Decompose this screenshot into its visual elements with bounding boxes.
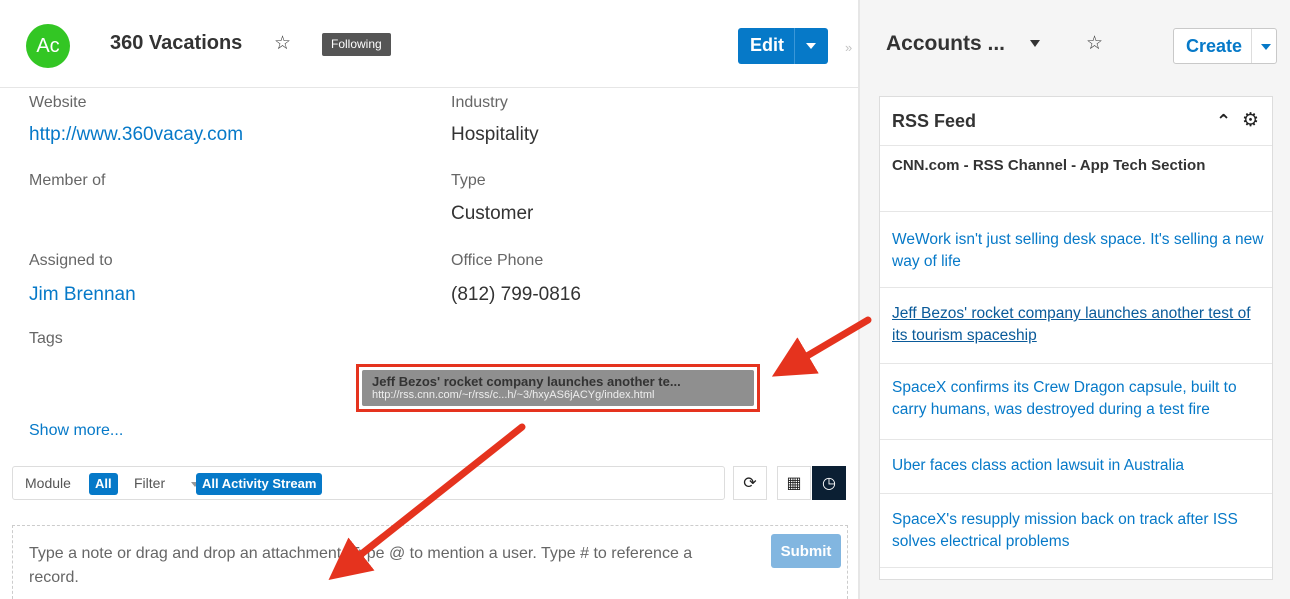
assigned-user-link[interactable]: Jim Brennan — [29, 284, 136, 306]
create-button-label: Create — [1186, 36, 1243, 56]
module-pill[interactable]: All — [89, 473, 118, 495]
show-more-link[interactable]: Show more... — [29, 422, 123, 440]
link-tooltip: Jeff Bezos' rocket company launches anot… — [356, 364, 760, 412]
submit-button[interactable]: Submit — [771, 534, 841, 568]
composer-placeholder[interactable]: Type a note or drag and drop an attachme… — [29, 542, 739, 590]
dashboard-dropdown-caret-icon[interactable] — [1030, 40, 1040, 47]
divider — [880, 145, 1272, 146]
divider — [880, 211, 1272, 212]
gear-icon[interactable]: ⚙ — [1242, 109, 1259, 132]
create-dropdown-caret-icon[interactable] — [1261, 44, 1271, 50]
rss-item-link[interactable]: SpaceX confirms its Crew Dragon capsule,… — [892, 377, 1264, 421]
office-phone-value: (812) 799-0816 — [451, 284, 581, 305]
tooltip-title: Jeff Bezos' rocket company launches anot… — [372, 374, 681, 389]
star-icon[interactable]: ☆ — [274, 32, 291, 55]
account-avatar: Ac — [26, 24, 70, 68]
website-label: Website — [29, 94, 87, 111]
table-icon[interactable]: ▦ — [777, 466, 811, 500]
rss-channel-title: CNN.com - RSS Channel - App Tech Section — [892, 157, 1206, 174]
dashboard-panel: Accounts ... ☆ Create RSS Feed ⌃ ⚙ CNN.c… — [860, 0, 1290, 599]
dashboard-title[interactable]: Accounts ... — [886, 32, 1005, 56]
record-name: 360 Vacations — [110, 32, 243, 54]
tags-label: Tags — [29, 330, 63, 347]
rss-item-link[interactable]: Uber faces class action lawsuit in Austr… — [892, 455, 1264, 477]
edit-dropdown-caret-icon[interactable] — [806, 43, 816, 49]
type-label: Type — [451, 172, 486, 189]
module-label: Module — [25, 475, 71, 491]
edit-button-label: Edit — [750, 35, 784, 55]
industry-label: Industry — [451, 94, 508, 111]
type-value: Customer — [451, 203, 534, 224]
note-composer[interactable]: Type a note or drag and drop an attachme… — [12, 525, 848, 599]
rss-item-link-hovered[interactable]: Jeff Bezos' rocket company launches anot… — [892, 303, 1264, 347]
rss-feed-dashlet: RSS Feed ⌃ ⚙ CNN.com - RSS Channel - App… — [879, 96, 1273, 580]
record-view: Ac 360 Vacations ☆ Following Edit Websit… — [0, 0, 858, 599]
filter-pill[interactable]: All Activity Stream — [196, 473, 323, 495]
divider — [880, 493, 1272, 494]
following-badge[interactable]: Following — [322, 33, 391, 56]
industry-value: Hospitality — [451, 124, 539, 145]
refresh-icon[interactable]: ⟳ — [733, 466, 767, 500]
filter-label[interactable]: Filter — [134, 475, 165, 491]
tooltip-url: http://rss.cnn.com/~r/rss/c...h/~3/hxyAS… — [372, 389, 655, 401]
divider — [880, 363, 1272, 364]
divider — [880, 439, 1272, 440]
edit-button[interactable]: Edit — [738, 28, 828, 64]
dashboard-star-icon[interactable]: ☆ — [1086, 32, 1103, 55]
tooltip-content: Jeff Bezos' rocket company launches anot… — [362, 370, 754, 406]
website-link[interactable]: http://www.360vacay.com — [29, 124, 243, 146]
activity-filter-bar: Module All Filter All Activity Stream — [12, 466, 725, 500]
rss-item-link[interactable]: SpaceX's resupply mission back on track … — [892, 509, 1264, 553]
divider — [880, 287, 1272, 288]
create-button[interactable]: Create — [1173, 28, 1277, 64]
office-phone-label: Office Phone — [451, 252, 544, 269]
collapse-sidebar-icon[interactable]: » — [845, 40, 852, 55]
dashlet-title: RSS Feed — [892, 111, 977, 131]
clock-icon[interactable]: ◷ — [812, 466, 846, 500]
chevron-up-icon[interactable]: ⌃ — [1216, 111, 1231, 132]
rss-item-link[interactable]: WeWork isn't just selling desk space. It… — [892, 229, 1264, 273]
edit-button-separator — [794, 28, 795, 64]
record-header: Ac 360 Vacations ☆ Following Edit — [0, 0, 858, 88]
divider — [880, 567, 1272, 568]
create-button-separator — [1251, 29, 1252, 63]
member-of-label: Member of — [29, 172, 106, 189]
assigned-to-label: Assigned to — [29, 252, 113, 269]
